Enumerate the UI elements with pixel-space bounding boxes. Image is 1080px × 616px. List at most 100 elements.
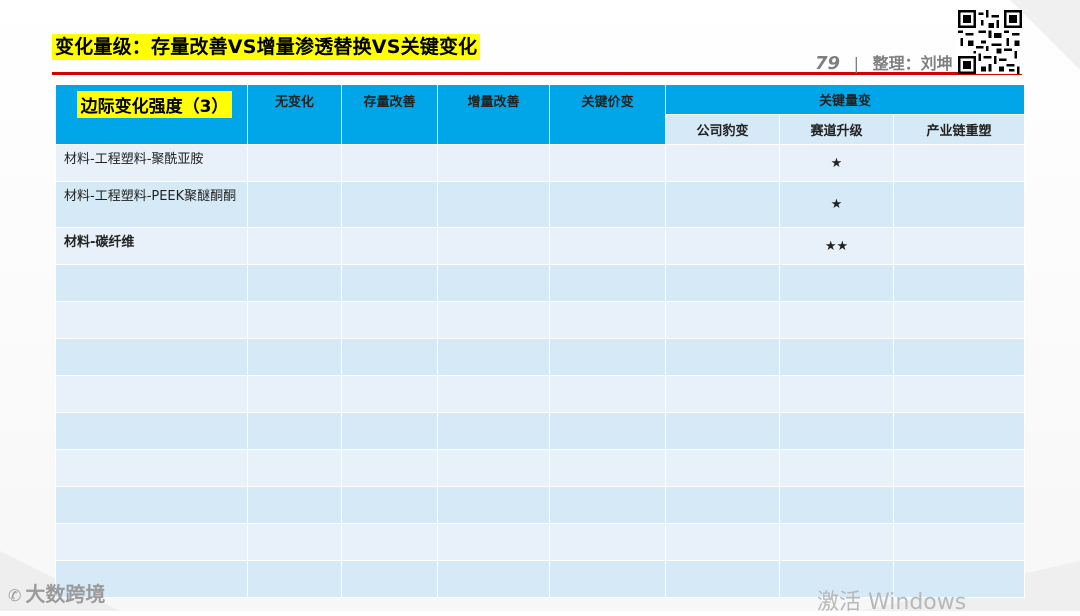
table-cell (437, 449, 550, 487)
table-cell (665, 449, 780, 487)
rating-stars-cell: ★ (779, 144, 894, 182)
column-header-no-change: 无变化 (247, 84, 342, 145)
table-cell (779, 449, 894, 487)
table-cell (779, 375, 894, 413)
table-row (55, 301, 1025, 339)
table-cell (665, 412, 780, 450)
table-cell (665, 523, 780, 561)
table-cell (665, 301, 780, 339)
table-row (55, 264, 1025, 302)
table-row (55, 486, 1025, 524)
table-cell (549, 375, 666, 413)
table-cell (665, 227, 780, 265)
row-label: 材料-工程塑料-聚酰亚胺 (55, 144, 248, 182)
table-cell (779, 264, 894, 302)
table-cell (893, 449, 1025, 487)
table-cell (665, 486, 780, 524)
column-header-key-volume-change: 关键量变 (665, 84, 1025, 115)
table-cell (341, 486, 438, 524)
table-cell (341, 375, 438, 413)
table-cell (437, 301, 550, 339)
table-cell (247, 449, 342, 487)
table-row (55, 375, 1025, 413)
sub-header-track-upgrade: 赛道升级 (779, 114, 894, 145)
table-cell (341, 449, 438, 487)
row-label: 材料-碳纤维 (55, 227, 248, 265)
table-cell (437, 523, 550, 561)
page-number: 79 (815, 53, 841, 74)
row-label (55, 449, 248, 487)
table-cell (893, 375, 1025, 413)
table-row: 材料-工程塑料-PEEK聚醚酮酮 ★ (55, 181, 1025, 228)
table-cell (893, 144, 1025, 182)
table-cell (549, 523, 666, 561)
qr-code-icon (958, 10, 1022, 74)
table-row (55, 449, 1025, 487)
table-cell (665, 264, 780, 302)
table-cell (549, 144, 666, 182)
table-cell (665, 181, 780, 228)
table-cell (437, 338, 550, 376)
table-cell (247, 264, 342, 302)
table-cell (665, 560, 780, 598)
table-cell (549, 301, 666, 339)
table-cell (341, 560, 438, 598)
table-cell (665, 375, 780, 413)
row-label (55, 338, 248, 376)
table-cell (341, 264, 438, 302)
table-cell (779, 301, 894, 339)
table-cell (341, 227, 438, 265)
table-cell (341, 301, 438, 339)
table-cell (893, 227, 1025, 265)
slide-meta: 79 | 整理：刘坤 (815, 50, 953, 74)
table-cell (437, 181, 550, 228)
row-label (55, 301, 248, 339)
table-cell (893, 486, 1025, 524)
table-cell (437, 560, 550, 598)
table-cell (247, 523, 342, 561)
row-label (55, 264, 248, 302)
table-cell (779, 412, 894, 450)
table-cell (893, 412, 1025, 450)
row-label (55, 375, 248, 413)
table-cell (549, 227, 666, 265)
table-cell (341, 338, 438, 376)
table-row: 材料-工程塑料-聚酰亚胺 ★ (55, 144, 1025, 182)
table-cell (893, 523, 1025, 561)
table-cell (247, 560, 342, 598)
table-cell (341, 412, 438, 450)
table-cell (341, 144, 438, 182)
row-label (55, 486, 248, 524)
table-cell (247, 181, 342, 228)
table-cell (779, 523, 894, 561)
table-cell (893, 301, 1025, 339)
table-cell (437, 227, 550, 265)
table-row (55, 523, 1025, 561)
watermark-activate-windows: 激活 Windows (817, 590, 967, 615)
change-intensity-table: 边际变化强度（3） 无变化 存量改善 增量改善 关键价变 关键量变 公司豹变 赛… (55, 84, 1025, 598)
table-cell (437, 144, 550, 182)
row-label (55, 412, 248, 450)
table-cell (437, 412, 550, 450)
meta-separator: | (853, 54, 860, 73)
table-cell (247, 486, 342, 524)
table-cell (247, 144, 342, 182)
table-cell (549, 412, 666, 450)
table-cell (779, 338, 894, 376)
table-cell (247, 301, 342, 339)
table-cell (549, 560, 666, 598)
column-header-key-price-change: 关键价变 (549, 84, 666, 145)
brand-logo-icon: ✆ (8, 586, 22, 605)
table-cell (549, 486, 666, 524)
table-cell (247, 338, 342, 376)
table-cell (893, 264, 1025, 302)
table-cell (247, 375, 342, 413)
table-cell (779, 486, 894, 524)
table-cell (549, 338, 666, 376)
sub-header-industry-chain-reshaping: 产业链重塑 (893, 114, 1025, 145)
table-cell (437, 486, 550, 524)
row-label: 材料-工程塑料-PEEK聚醚酮酮 (55, 181, 248, 228)
corner-label: 边际变化强度（3） (76, 91, 233, 118)
table-cell (247, 227, 342, 265)
watermark-left-text: 大数跨境 (25, 582, 106, 606)
